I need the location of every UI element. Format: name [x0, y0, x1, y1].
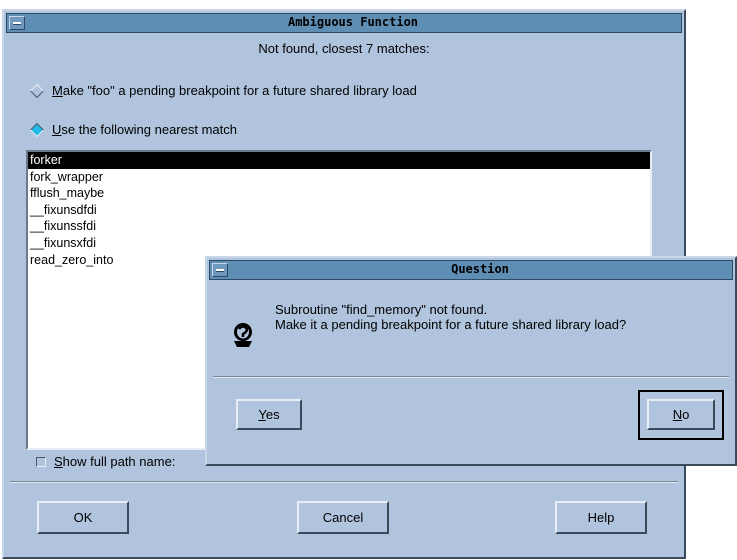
question-dialog: Question Subroutine "find_memory" not fo…: [205, 256, 737, 466]
radio-pending-breakpoint[interactable]: Make "foo" a pending breakpoint for a fu…: [29, 83, 417, 98]
help-button[interactable]: Help: [555, 501, 647, 534]
list-item[interactable]: __fixunssfdi: [28, 218, 650, 235]
list-item[interactable]: fork_wrapper: [28, 169, 650, 186]
radio-unselected-icon[interactable]: [29, 83, 45, 98]
button-separator: [10, 481, 678, 483]
question-separator: [213, 376, 729, 378]
question-message-line1: Subroutine "find_memory" not found.: [275, 302, 488, 317]
window-menu-icon[interactable]: [9, 16, 25, 30]
yes-button[interactable]: Yes: [236, 399, 302, 430]
show-full-path-label: Show full path name:: [54, 454, 176, 469]
title-bar[interactable]: Ambiguous Function: [6, 13, 682, 33]
cancel-button[interactable]: Cancel: [297, 501, 389, 534]
list-item[interactable]: __fixunsxfdi: [28, 235, 650, 252]
list-item[interactable]: __fixunsdfdi: [28, 202, 650, 219]
show-full-path-checkbox[interactable]: [36, 456, 46, 467]
no-button[interactable]: No: [647, 399, 715, 430]
question-icon: [234, 323, 252, 347]
question-message-line2: Make it a pending breakpoint for a futur…: [275, 317, 627, 332]
radio-selected-icon[interactable]: [29, 122, 45, 137]
question-title: Question: [451, 262, 509, 276]
show-full-path-checkbox-row[interactable]: Show full path name:: [36, 454, 175, 469]
question-title-bar[interactable]: Question: [209, 260, 733, 280]
radio-nearest-match[interactable]: Use the following nearest match: [29, 122, 237, 137]
window-title: Ambiguous Function: [287, 15, 419, 29]
list-item[interactable]: forker: [28, 152, 650, 169]
radio-nearest-label: Use the following nearest match: [52, 122, 237, 137]
radio-pending-label: Make "foo" a pending breakpoint for a fu…: [52, 83, 417, 98]
question-message: Subroutine "find_memory" not found. Make…: [275, 302, 626, 332]
ok-button[interactable]: OK: [37, 501, 129, 534]
matches-heading: Not found, closest 7 matches:: [258, 41, 430, 56]
window-menu-icon[interactable]: [212, 263, 228, 277]
list-item[interactable]: fflush_maybe: [28, 185, 650, 202]
